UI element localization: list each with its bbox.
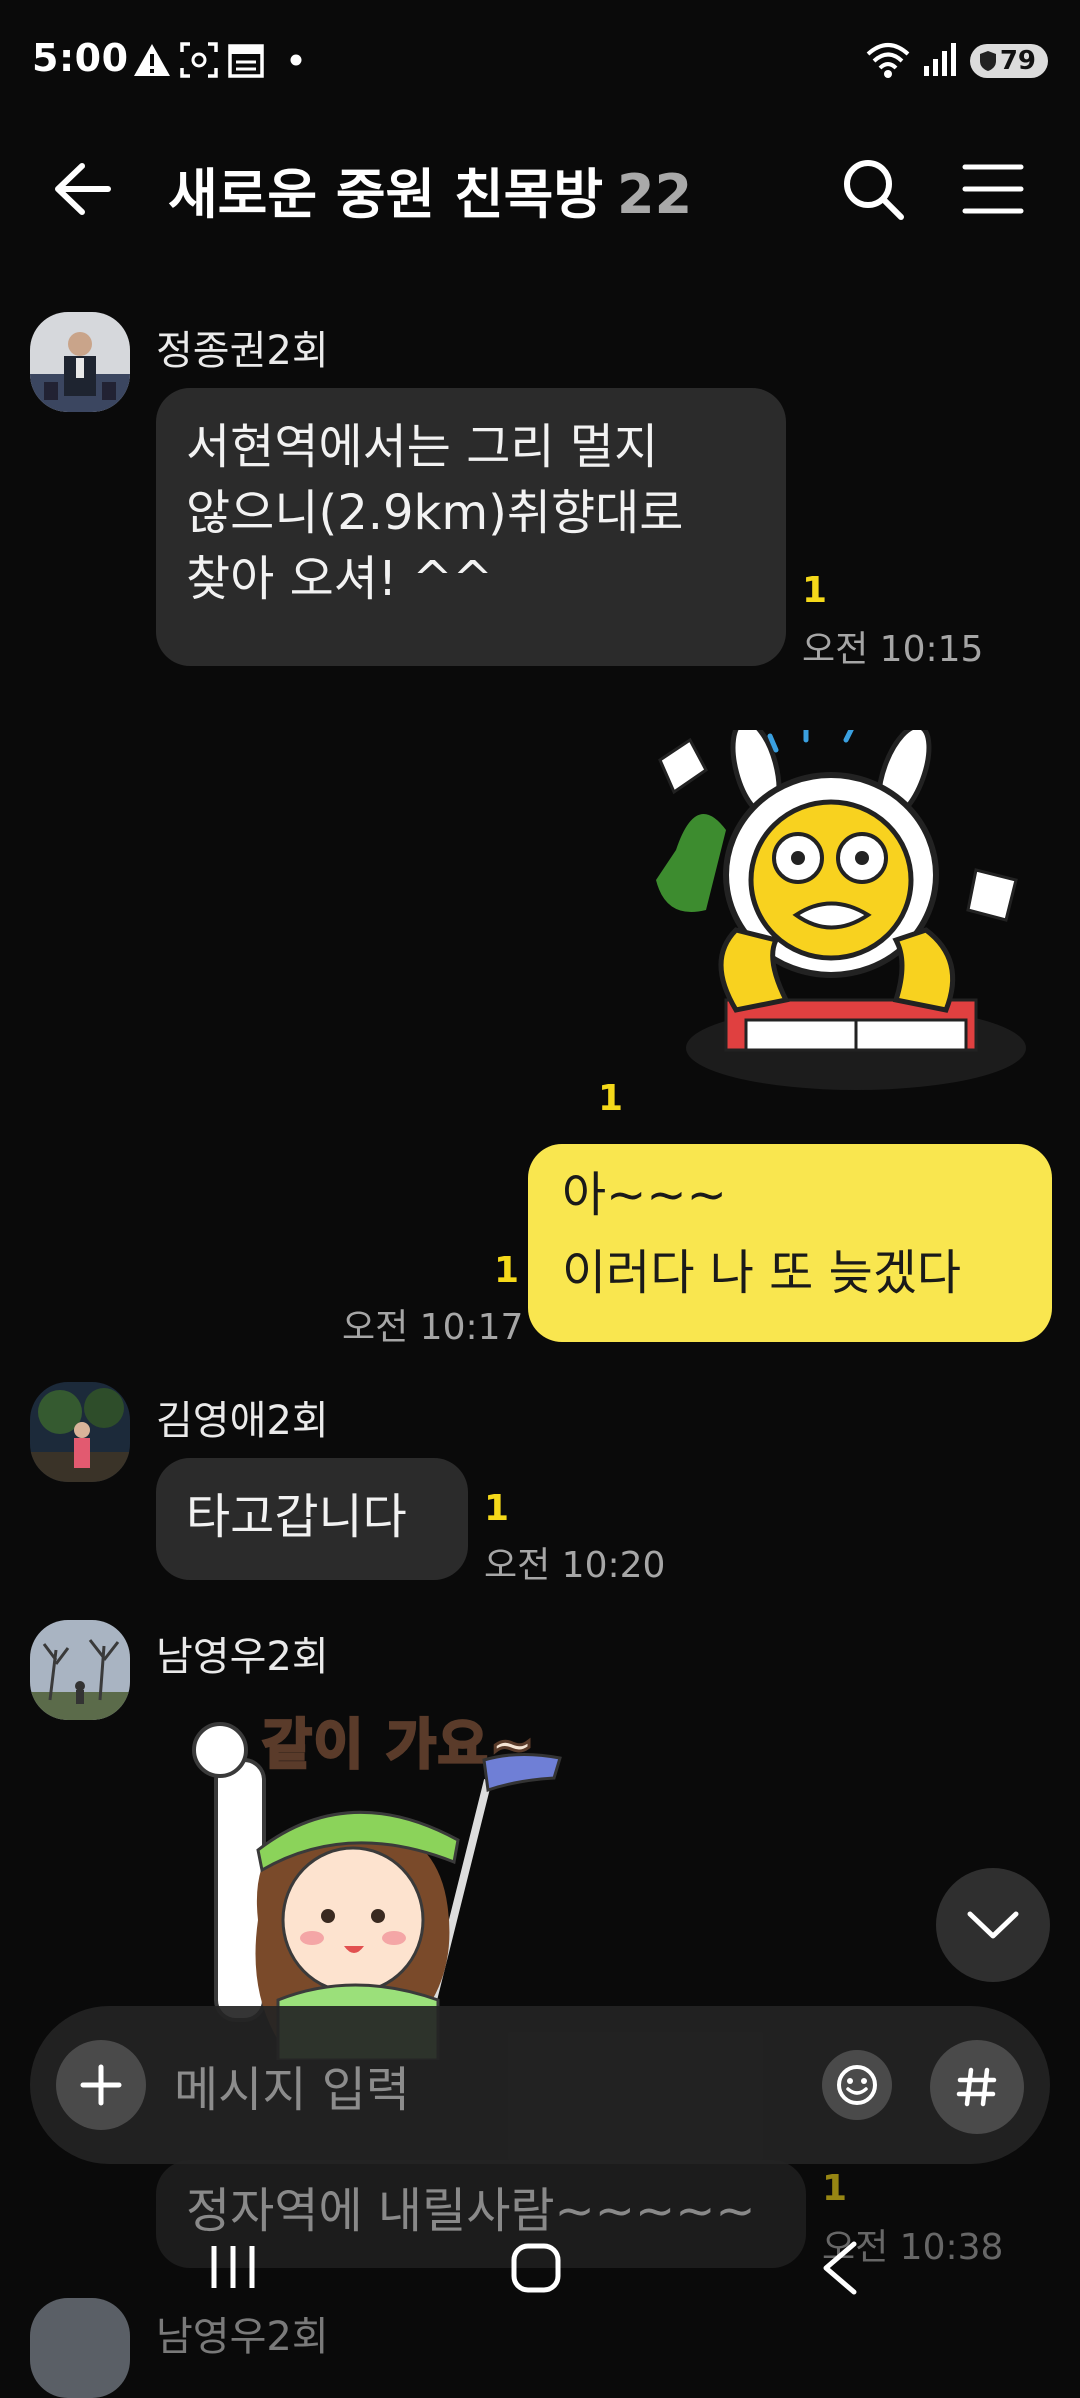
avatar-photo [30,2298,130,2398]
attach-button[interactable] [56,2040,146,2130]
wifi-icon [866,43,910,78]
emoji-button[interactable] [822,2050,892,2120]
back-arrow-icon[interactable] [52,162,112,216]
screenshot-icon [180,42,218,78]
home-icon[interactable] [510,2242,562,2294]
battery-level: 79 [999,46,1036,76]
message-time: 오전 10:17 [342,1307,524,1348]
message-text-line: 않으니(2.9km)취향대로 [186,485,684,541]
avatar[interactable] [30,1620,130,1720]
message-text-line: 아~~~ [562,1167,727,1223]
avatar[interactable] [30,2298,130,2398]
unread-count: 1 [484,1488,510,1529]
dot-icon [290,54,302,66]
recent-apps-icon[interactable] [208,2242,258,2292]
avatar-photo [30,312,130,412]
message-time: 오전 10:20 [484,1545,666,1586]
message-time: 오전 10:15 [802,629,984,670]
avatar[interactable] [30,1382,130,1482]
sticker-image[interactable] [646,730,1036,1100]
chat-title: 새로운 중원 친목방 22 [168,150,692,229]
scroll-down-button[interactable] [936,1868,1050,1982]
back-icon[interactable] [820,2240,860,2296]
unread-count: 1 [822,2168,848,2209]
signal-icon [924,43,956,76]
chevron-down-icon [967,1911,1019,1939]
message-text-line: 타고갑니다 [186,1489,407,1545]
unread-count: 1 [494,1250,520,1291]
sender-name: 남영우2회 [156,1634,329,1680]
message-text-line: 찾아 오셔! ^^ [186,551,493,607]
status-time: 5:00 [32,36,129,80]
sender-name: 정종권2회 [156,328,329,374]
battery-icon: 79 [970,44,1048,78]
warning-icon [134,44,170,76]
chat-room-name: 새로운 중원 친목방 [168,163,604,226]
message-input[interactable]: 메시지 입력 [174,2050,410,2120]
message-text-line: 이러다 나 또 늦겠다 [562,1245,962,1301]
avatar-photo [30,1382,130,1482]
hashtag-icon [956,2067,997,2107]
message-text-line: 정자역에 내릴사람~~~~~ [186,2183,756,2239]
shield-icon [980,51,996,71]
message-bubble[interactable]: 아~~~ 이러다 나 또 늦겠다 [528,1144,1052,1342]
message-text-line: 서현역에서는 그리 멀지 [186,419,659,475]
hashtag-button[interactable] [930,2040,1024,2134]
calendar-icon [228,44,264,78]
sender-name: 김영애2회 [156,1398,329,1444]
unread-count: 1 [598,1078,624,1119]
menu-icon[interactable] [962,162,1024,216]
message-bubble[interactable]: 타고갑니다 [156,1458,468,1580]
plus-icon [80,2064,122,2106]
unread-count: 1 [802,570,828,611]
avatar[interactable] [30,312,130,412]
sender-name: 남영우2회 [156,2314,329,2360]
member-count: 22 [617,163,693,226]
message-bubble[interactable]: 서현역에서는 그리 멀지 않으니(2.9km)취향대로 찾아 오셔! ^^ [156,388,786,666]
emoji-icon [837,2065,877,2105]
search-icon[interactable] [840,156,906,222]
avatar-photo [30,1620,130,1720]
